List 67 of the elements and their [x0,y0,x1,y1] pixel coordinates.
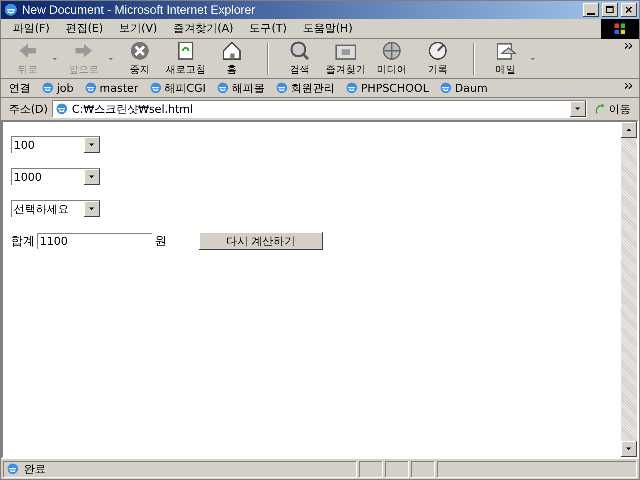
mail-button[interactable]: 메일 [485,40,537,77]
home-button[interactable]: 홈 [211,40,253,77]
page-icon [275,81,290,95]
minimize-button[interactable] [583,3,599,17]
windows-logo-icon [613,22,627,36]
menu-item[interactable]: 파일(F) [5,21,58,36]
page-icon [84,81,98,95]
page-icon [41,81,55,95]
minimize-icon [587,12,595,14]
menu-item[interactable]: 도움말(H) [295,21,361,36]
total-label: 합계 [11,232,35,250]
page-icon [345,81,360,95]
globe-icon [381,40,403,62]
page-icon [148,81,163,95]
status-pane [411,460,435,478]
menu-item[interactable]: 즐겨찾기(A) [166,21,242,36]
total-field[interactable]: 1100 [37,232,153,250]
status-text-panel: 완료 [3,460,357,478]
clock-icon [427,40,449,62]
select-dropdown[interactable]: 1000 [11,168,101,186]
scrollbar[interactable] [621,122,637,457]
go-arrow-icon [595,103,607,115]
link-item[interactable]: master [84,81,139,95]
go-button[interactable]: 이동 [591,102,635,116]
dropdown-button[interactable] [84,169,100,185]
history-button[interactable]: 기록 [417,40,459,77]
link-item[interactable]: 회원관리 [275,80,336,96]
links-label: 연결 [9,80,31,96]
address-label: 주소(D) [9,102,48,116]
stop-button[interactable]: 중지 [119,40,161,77]
status-pane [385,460,409,478]
link-item[interactable]: 해피CGI [148,80,206,96]
window-title: New Document - Microsoft Internet Explorer [22,3,256,17]
maximize-icon [606,6,614,14]
link-item[interactable]: PHPSCHOOL [345,81,429,95]
dropdown-button[interactable] [84,201,100,217]
page-icon [216,81,230,95]
link-item[interactable]: Daum [438,81,488,95]
close-button[interactable] [621,3,637,17]
dropdown-button[interactable] [84,137,100,153]
select-dropdown[interactable]: 100 [11,136,101,154]
refresh-button[interactable]: 새로고침 [165,40,207,77]
menu-item[interactable]: 편집(E) [58,21,112,36]
link-item[interactable]: job [41,81,74,95]
status-pane [359,460,383,478]
recalculate-button[interactable]: 다시 계산하기 [199,232,323,250]
select-dropdown[interactable]: 선택하세요 [11,200,101,218]
menu-item[interactable]: 보기(V) [111,21,166,36]
favorites-button[interactable]: 즐겨찾기 [325,40,367,77]
page-icon [6,462,20,476]
house-icon [221,40,243,62]
address-field[interactable]: C:₩스크린샷₩sel.html [52,100,587,118]
unit-label: 원 [155,232,167,250]
maximize-button[interactable] [602,3,618,17]
browser-icon [3,2,19,18]
dropdown-button[interactable] [570,101,586,117]
menu-item[interactable]: 도구(T) [242,21,295,36]
stop-icon [129,40,151,62]
scroll-down-button[interactable] [621,441,637,457]
close-icon [625,6,633,14]
page-icon [438,81,453,95]
media-button[interactable]: 미디어 [371,40,413,77]
scroll-up-button[interactable] [621,122,637,138]
search-button[interactable]: 검색 [279,40,321,77]
link-item[interactable]: 해피몰 [216,80,266,96]
magnifier-icon [289,40,311,62]
page-icon [55,102,70,116]
